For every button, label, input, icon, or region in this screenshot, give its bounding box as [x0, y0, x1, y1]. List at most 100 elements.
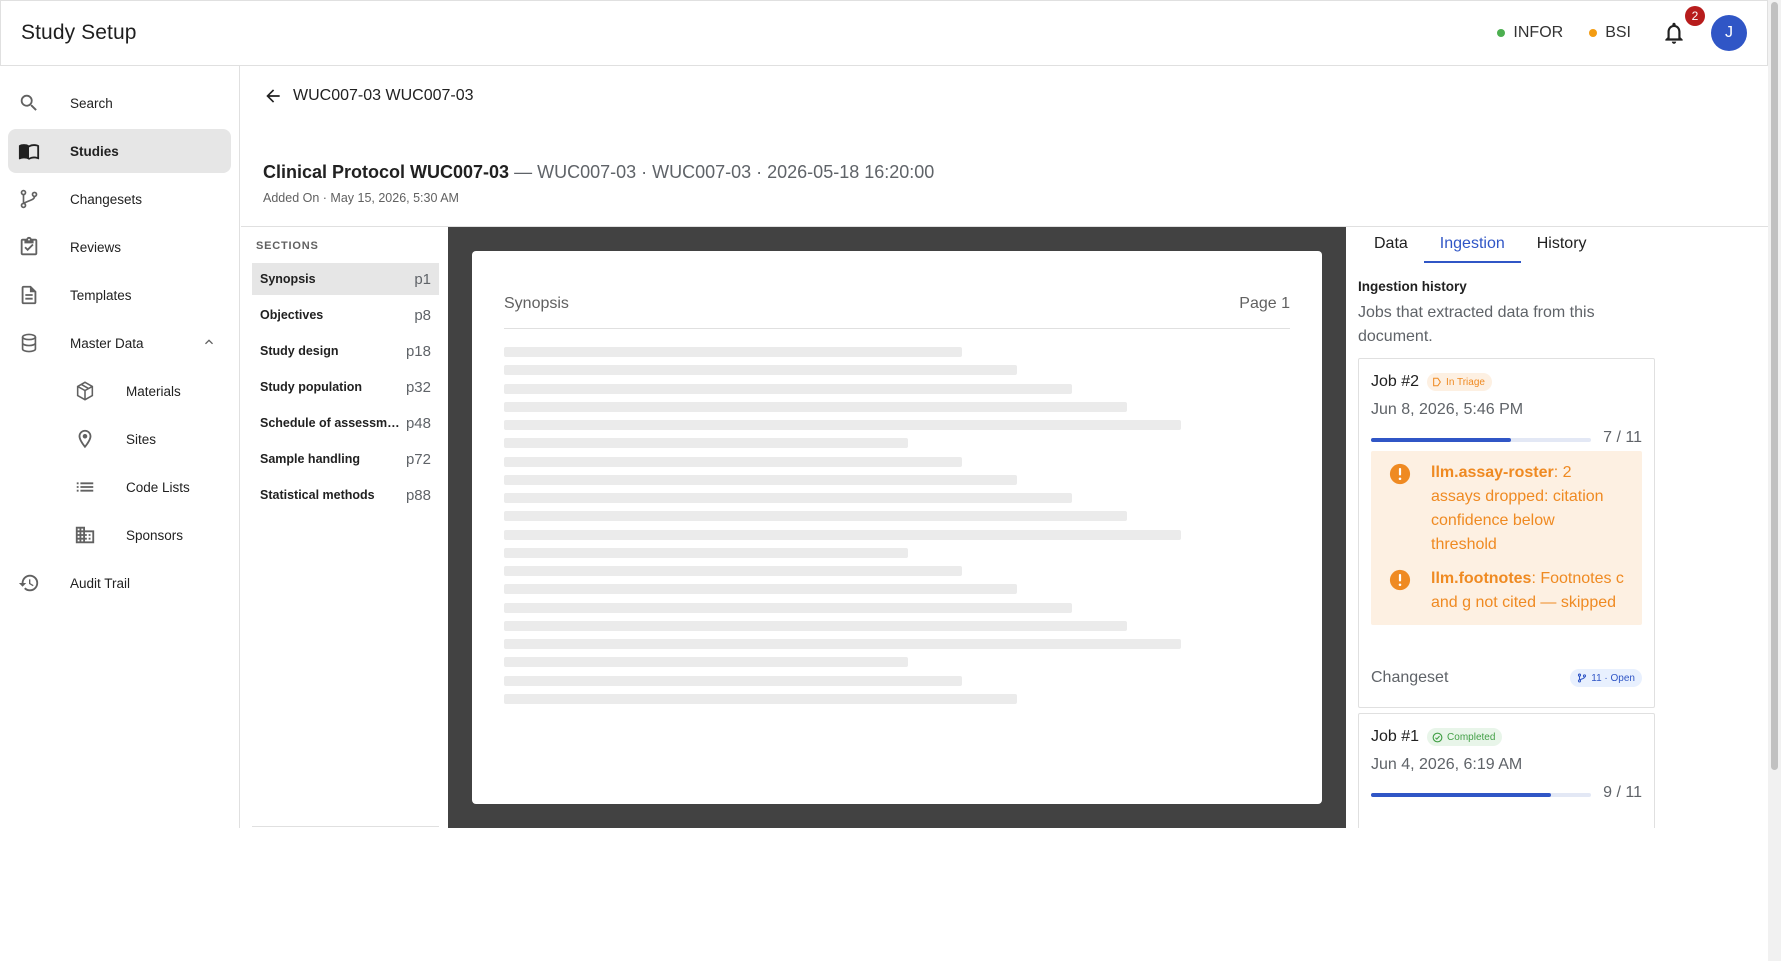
status-label: Completed	[1447, 731, 1496, 743]
text-placeholder-line	[504, 547, 908, 558]
sidebar-item-sponsors[interactable]: Sponsors	[8, 513, 231, 557]
breadcrumb: WUC007-03 WUC007-03	[263, 86, 474, 106]
job-header: Job #2 In Triage	[1371, 373, 1492, 391]
page-number: Page 1	[1239, 295, 1290, 312]
changeset-row: Changeset 11 · Open	[1371, 669, 1642, 687]
text-placeholder-line	[504, 620, 1127, 631]
job-progress-bar	[1371, 793, 1591, 797]
section-name: Synopsis	[260, 272, 316, 286]
sidebar-item-master-data[interactable]: Master Data	[8, 321, 231, 365]
back-arrow-icon[interactable]	[263, 86, 283, 106]
sections-panel: SECTIONS Synopsis p1 Objectives p8 Study d…	[241, 227, 448, 828]
text-placeholder-line	[504, 365, 1017, 376]
triage-tag-icon	[1433, 377, 1442, 387]
section-name: Objectives	[260, 308, 324, 322]
added-on-text: Added On · May 15, 2026, 5:30 AM	[263, 191, 459, 205]
tab-history[interactable]: History	[1521, 227, 1603, 263]
right-panel: Data Ingestion History Ingestion history…	[1346, 227, 1768, 828]
page-header: Synopsis Page 1	[504, 295, 1290, 313]
cube-icon	[74, 380, 96, 402]
sidebar-item-materials[interactable]: Materials	[8, 369, 231, 413]
section-name: Statistical methods	[260, 488, 375, 502]
sidebar-item-label: Master Data	[70, 335, 144, 351]
sections-heading: SECTIONS	[256, 240, 319, 252]
changeset-chip[interactable]: 11 · Open	[1570, 669, 1642, 687]
job-card[interactable]: Job #1 Completed Jun 4, 2026, 6:19 AM 9 …	[1358, 713, 1655, 828]
changeset-chip-label: 11 · Open	[1591, 672, 1635, 684]
warning-alert: llm.assay-roster: 2 assays dropped: cita…	[1371, 451, 1642, 567]
list-icon	[74, 476, 96, 498]
alert-key: llm.assay-roster	[1431, 464, 1554, 481]
sidebar-item-code-lists[interactable]: Code Lists	[8, 465, 231, 509]
warning-alert: llm.footnotes: Footnotes c and g not cit…	[1371, 557, 1642, 625]
text-placeholder-line	[504, 438, 908, 449]
status-label: In Triage	[1446, 376, 1485, 388]
divider	[504, 328, 1290, 329]
status-dot-icon	[1497, 29, 1506, 37]
sidebar-item-label: Reviews	[70, 239, 122, 255]
check-circle-icon	[1432, 732, 1443, 742]
job-name: Job #1	[1371, 728, 1420, 745]
page-scrollbar[interactable]	[1768, 0, 1781, 961]
page-section-title: Synopsis	[504, 295, 569, 312]
warning-icon	[1389, 569, 1411, 599]
section-page: p88	[405, 486, 431, 504]
text-placeholder-line	[504, 420, 1181, 430]
page-title: Clinical Protocol WUC007-03 — WUC007-03 …	[263, 162, 934, 183]
text-placeholder-line	[504, 511, 1127, 522]
sidebar-item-label: Sponsors	[126, 527, 184, 543]
text-placeholder-line	[504, 456, 962, 467]
section-item[interactable]: Synopsis p1	[252, 263, 439, 295]
sidebar-item-audit-trail[interactable]: Audit Trail	[8, 561, 231, 605]
tab-data[interactable]: Data	[1358, 227, 1424, 263]
job-progress-fill	[1371, 793, 1551, 797]
document-viewer[interactable]: Synopsis Page 1	[448, 227, 1346, 828]
main-content: WUC007-03 WUC007-03 Clinical Protocol WU…	[241, 66, 1768, 828]
env-indicator-bsi: BSI	[1589, 24, 1631, 42]
chevron-up-icon[interactable]	[201, 334, 217, 353]
sidebar-item-label: Studies	[70, 143, 119, 159]
section-item[interactable]: Sample handling p72	[252, 443, 439, 475]
section-item[interactable]: Study population p32	[252, 371, 439, 403]
section-page: p32	[405, 378, 431, 396]
branch-icon	[1578, 673, 1587, 683]
status-dot-icon	[1589, 29, 1598, 37]
notifications-button[interactable]: 2	[1661, 6, 1705, 46]
avatar[interactable]: J	[1711, 15, 1747, 51]
job-card[interactable]: Job #2 In Triage Jun 8, 2026, 5:46 PM 7 …	[1358, 358, 1655, 708]
text-placeholder-line	[504, 493, 1072, 503]
sidebar-item-label: Code Lists	[126, 479, 190, 495]
app-root: Study Setup INFOR BSI 2 J Search Studies	[0, 0, 1781, 961]
sidebar-item-changesets[interactable]: Changesets	[8, 177, 231, 221]
sections-list: Synopsis p1 Objectives p8 Study design p18 …	[252, 263, 439, 515]
text-placeholder-line	[504, 383, 1072, 394]
job-progress-text: 7 / 11	[1603, 429, 1642, 446]
section-item[interactable]: Study design p18	[252, 335, 439, 367]
document-page: Synopsis Page 1	[472, 251, 1322, 804]
building-icon	[74, 524, 96, 546]
history-icon	[18, 572, 40, 594]
job-date: Jun 8, 2026, 5:46 PM	[1371, 401, 1524, 418]
sidebar-item-search[interactable]: Search	[8, 81, 231, 125]
job-date: Jun 4, 2026, 6:19 AM	[1371, 756, 1523, 773]
scrollbar-thumb[interactable]	[1771, 2, 1778, 770]
text-placeholder-line	[504, 347, 962, 357]
top-app-bar: Study Setup INFOR BSI 2 J	[0, 0, 1768, 66]
alert-key: llm.footnotes	[1431, 570, 1532, 587]
section-item[interactable]: Statistical methods p88	[252, 479, 439, 511]
section-name: Sample handling	[260, 452, 361, 466]
sidebar: Search Studies Changesets Reviews Templa…	[0, 66, 240, 828]
document-meta: — WUC007-03 · WUC007-03 · 2026-05-18 16:…	[514, 162, 935, 182]
sidebar-item-sites[interactable]: Sites	[8, 417, 231, 461]
section-item[interactable]: Objectives p8	[252, 299, 439, 331]
warning-icon	[1389, 463, 1411, 493]
sidebar-item-templates[interactable]: Templates	[8, 273, 231, 317]
divider	[252, 826, 439, 827]
sidebar-item-reviews[interactable]: Reviews	[8, 225, 231, 269]
location-pin-icon	[74, 428, 96, 450]
section-item[interactable]: Schedule of assessments p48	[252, 407, 439, 439]
header-actions: INFOR BSI 2 J	[1497, 6, 1747, 51]
tab-ingestion[interactable]: Ingestion	[1423, 227, 1521, 263]
sidebar-item-studies[interactable]: Studies	[8, 129, 231, 173]
clipboard-check-icon	[18, 236, 40, 258]
